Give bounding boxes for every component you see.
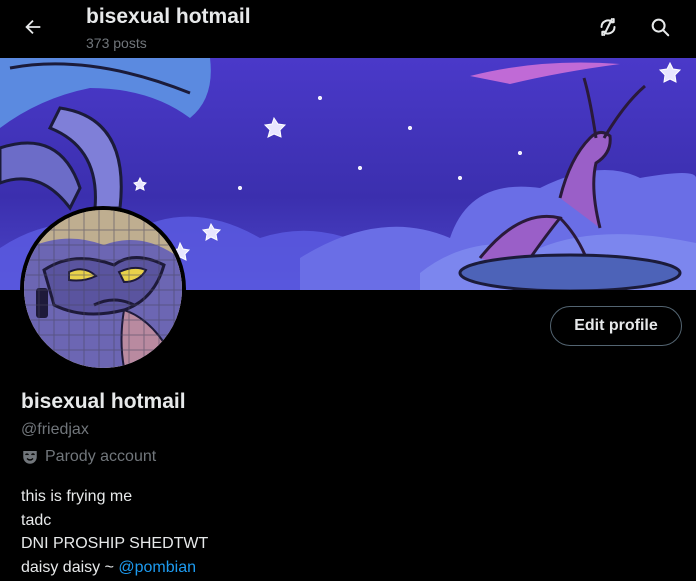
refresh-button[interactable] — [589, 8, 627, 46]
search-button[interactable] — [641, 8, 679, 46]
bio-line: DNI PROSHIP SHEDTWT — [21, 535, 209, 552]
search-icon — [651, 18, 670, 37]
refresh-slash-icon — [600, 18, 616, 36]
display-name: bisexual hotmail — [21, 390, 186, 413]
parody-mask-icon — [23, 451, 37, 464]
avatar[interactable] — [20, 206, 186, 372]
header-title: bisexual hotmail — [86, 5, 251, 28]
bio-line: this is frying me — [21, 488, 133, 505]
header-title-block: bisexual hotmail 373 posts — [86, 4, 251, 52]
back-button[interactable] — [14, 8, 52, 46]
parody-label-text: Parody account — [45, 448, 157, 465]
mention-link[interactable]: @pombian — [118, 559, 196, 576]
bio-line: daisy daisy ~ @pombian — [21, 556, 208, 580]
top-bar: bisexual hotmail 373 posts — [0, 0, 696, 58]
profile-bio: this is frying me tadc DNI PROSHIP SHEDT… — [21, 485, 208, 579]
post-count: 373 posts — [86, 35, 147, 51]
arrow-left-icon — [25, 19, 41, 35]
bio-line: tadc — [21, 511, 52, 529]
user-handle: @friedjax — [21, 421, 89, 438]
parody-label: Parody account — [21, 448, 156, 466]
avatar-image — [24, 210, 182, 368]
bio-line-text: daisy daisy ~ — [21, 558, 119, 576]
edit-profile-button[interactable]: Edit profile — [550, 306, 682, 346]
